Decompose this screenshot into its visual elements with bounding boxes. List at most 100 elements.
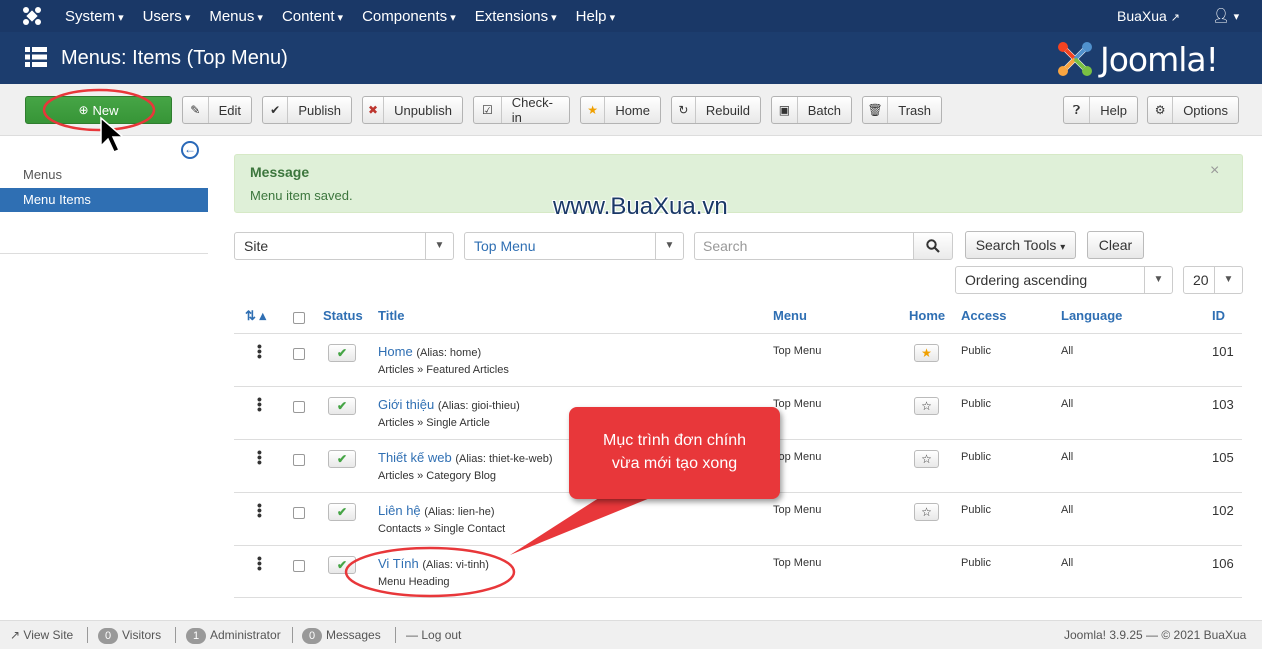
page-title: Menus: Items (Top Menu) <box>61 47 288 69</box>
row-checkbox[interactable] <box>293 507 305 519</box>
help-button[interactable]: ❓︎ Help <box>1063 96 1138 124</box>
menu-filter-select[interactable]: Top Menu ▼ <box>464 232 684 260</box>
item-title-link[interactable]: Liên hệ (Alias: lien-he) <box>378 503 495 518</box>
success-message: Message Menu item saved. × <box>234 154 1243 213</box>
row-checkbox[interactable] <box>293 401 305 413</box>
item-title: Giới thiệu <box>378 397 435 412</box>
home-label: Home <box>615 102 650 118</box>
batch-button[interactable]: ▣ Batch <box>771 96 852 124</box>
home-toggle[interactable]: ☆ <box>914 397 939 415</box>
admin-label: Administrator <box>210 628 281 642</box>
user-menu[interactable]: 👤︎ ▾ <box>1212 7 1239 24</box>
logout-label: Log out <box>421 628 462 642</box>
new-button[interactable]: ⊕ New <box>25 96 172 124</box>
menu-content[interactable]: Content <box>282 8 343 25</box>
view-site-label: View Site <box>23 628 74 642</box>
rebuild-button[interactable]: ↻ Rebuild <box>671 96 761 124</box>
table-row: • • • ✔ Liên hệ (Alias: lien-he) Contacts … <box>234 492 1242 545</box>
item-title-link[interactable]: Thiết kế web (Alias: thiet-ke-web) <box>378 450 553 465</box>
page-header: Menus: Items (Top Menu) Joomla! <box>0 32 1262 84</box>
column-home[interactable]: Home <box>909 308 945 323</box>
edit-button[interactable]: ✎ Edit <box>182 96 252 124</box>
check-icon: ✔ <box>336 558 348 572</box>
menu-system[interactable]: System <box>65 8 124 25</box>
item-id: 102 <box>1212 503 1234 518</box>
menu-menus[interactable]: Menus <box>209 8 263 25</box>
home-toggle[interactable]: ★ <box>914 344 939 362</box>
collapse-sidebar-icon[interactable]: ← <box>181 141 199 159</box>
menu-components[interactable]: Components <box>362 8 456 25</box>
limit-select[interactable]: 20 ▼ <box>1183 266 1243 294</box>
column-language[interactable]: Language <box>1061 308 1122 323</box>
item-title-link[interactable]: Home (Alias: home) <box>378 344 481 359</box>
column-menu[interactable]: Menu <box>773 308 807 323</box>
published-toggle[interactable]: ✔ <box>328 344 356 362</box>
item-access: Public <box>961 557 991 569</box>
item-language: All <box>1061 504 1074 516</box>
sort-order-icon[interactable]: ⇅ ▴ <box>245 308 266 324</box>
caret-down-icon: ▾ <box>1060 242 1066 253</box>
message-heading: Message <box>250 164 310 180</box>
item-language: All <box>1061 345 1074 357</box>
user-icon: 👤︎ <box>1212 7 1230 23</box>
site-link[interactable]: BuaXua ↗ <box>1117 8 1180 24</box>
unpublish-button[interactable]: ✖ Unpublish <box>362 96 463 124</box>
visitors-status: 0 Visitors <box>98 628 161 644</box>
site-name: BuaXua <box>1117 8 1167 24</box>
column-status[interactable]: Status <box>323 308 363 323</box>
home-toggle[interactable]: ☆ <box>914 450 939 468</box>
select-all-checkbox[interactable] <box>293 312 305 324</box>
sidebar-item-menus[interactable]: Menus <box>0 163 208 187</box>
menu-users[interactable]: Users <box>143 8 191 25</box>
menu-extensions[interactable]: Extensions <box>475 8 557 25</box>
drag-handle-icon[interactable]: • • • <box>257 445 262 469</box>
column-access[interactable]: Access <box>961 308 1007 323</box>
site-filter-select[interactable]: Site ▼ <box>234 232 454 260</box>
item-access: Public <box>961 451 991 463</box>
sidebar-item-menu-items[interactable]: Menu Items <box>0 188 208 212</box>
published-toggle[interactable]: ✔ <box>328 450 356 468</box>
menu-help[interactable]: Help <box>576 8 615 25</box>
published-toggle[interactable]: ✔ <box>328 503 356 521</box>
drag-handle-icon[interactable]: • • • <box>257 498 262 522</box>
search-button[interactable] <box>913 232 953 260</box>
publish-label: Publish <box>298 102 341 118</box>
item-title: Vi Tính <box>378 556 419 571</box>
callout-bubble: Mục trình đơn chính vừa mới tạo xong <box>569 407 780 499</box>
ordering-select[interactable]: Ordering ascending ▼ <box>955 266 1173 294</box>
close-icon[interactable]: × <box>1210 162 1219 180</box>
search-tools-button[interactable]: Search Tools ▾ <box>965 231 1076 259</box>
column-id[interactable]: ID <box>1212 308 1225 323</box>
item-title-link[interactable]: Giới thiệu (Alias: gioi-thieu) <box>378 397 520 412</box>
messages-status[interactable]: 0 Messages <box>302 628 381 644</box>
view-site-link[interactable]: ↗ View Site <box>10 628 73 642</box>
published-toggle[interactable]: ✔ <box>328 556 356 574</box>
joomla-icon[interactable] <box>22 6 42 26</box>
search-input[interactable]: Search <box>694 232 914 260</box>
publish-button[interactable]: ✔ Publish <box>262 96 352 124</box>
item-type: Menu Heading <box>378 576 450 588</box>
home-toggle[interactable]: ☆ <box>914 503 939 521</box>
logout-link[interactable]: — Log out <box>406 628 461 642</box>
edit-label: Edit <box>218 102 241 118</box>
trash-button[interactable]: 🗑︎ Trash <box>862 96 942 124</box>
drag-handle-icon[interactable]: • • • <box>257 392 262 416</box>
column-title[interactable]: Title <box>378 308 405 323</box>
star-outline-icon: ☆ <box>921 505 932 519</box>
row-checkbox[interactable] <box>293 560 305 572</box>
drag-handle-icon[interactable]: • • • <box>257 339 262 363</box>
row-checkbox[interactable] <box>293 454 305 466</box>
edit-icon: ✎ <box>183 97 209 123</box>
row-checkbox[interactable] <box>293 348 305 360</box>
published-toggle[interactable]: ✔ <box>328 397 356 415</box>
item-type: Articles » Featured Articles <box>378 364 509 376</box>
checkin-button[interactable]: ☑ Check-in <box>473 95 570 125</box>
gear-icon: ⚙ <box>1148 97 1174 123</box>
item-menu: Top Menu <box>773 504 822 516</box>
clear-button[interactable]: Clear <box>1087 231 1144 259</box>
item-title-link[interactable]: Vi Tính (Alias: vi-tinh) <box>378 556 489 571</box>
version-text: Joomla! 3.9.25 — © 2021 BuaXua <box>1064 628 1247 642</box>
home-button[interactable]: ★ Home <box>580 96 661 124</box>
options-button[interactable]: ⚙ Options <box>1147 96 1239 124</box>
drag-handle-icon[interactable]: • • • <box>257 551 262 575</box>
